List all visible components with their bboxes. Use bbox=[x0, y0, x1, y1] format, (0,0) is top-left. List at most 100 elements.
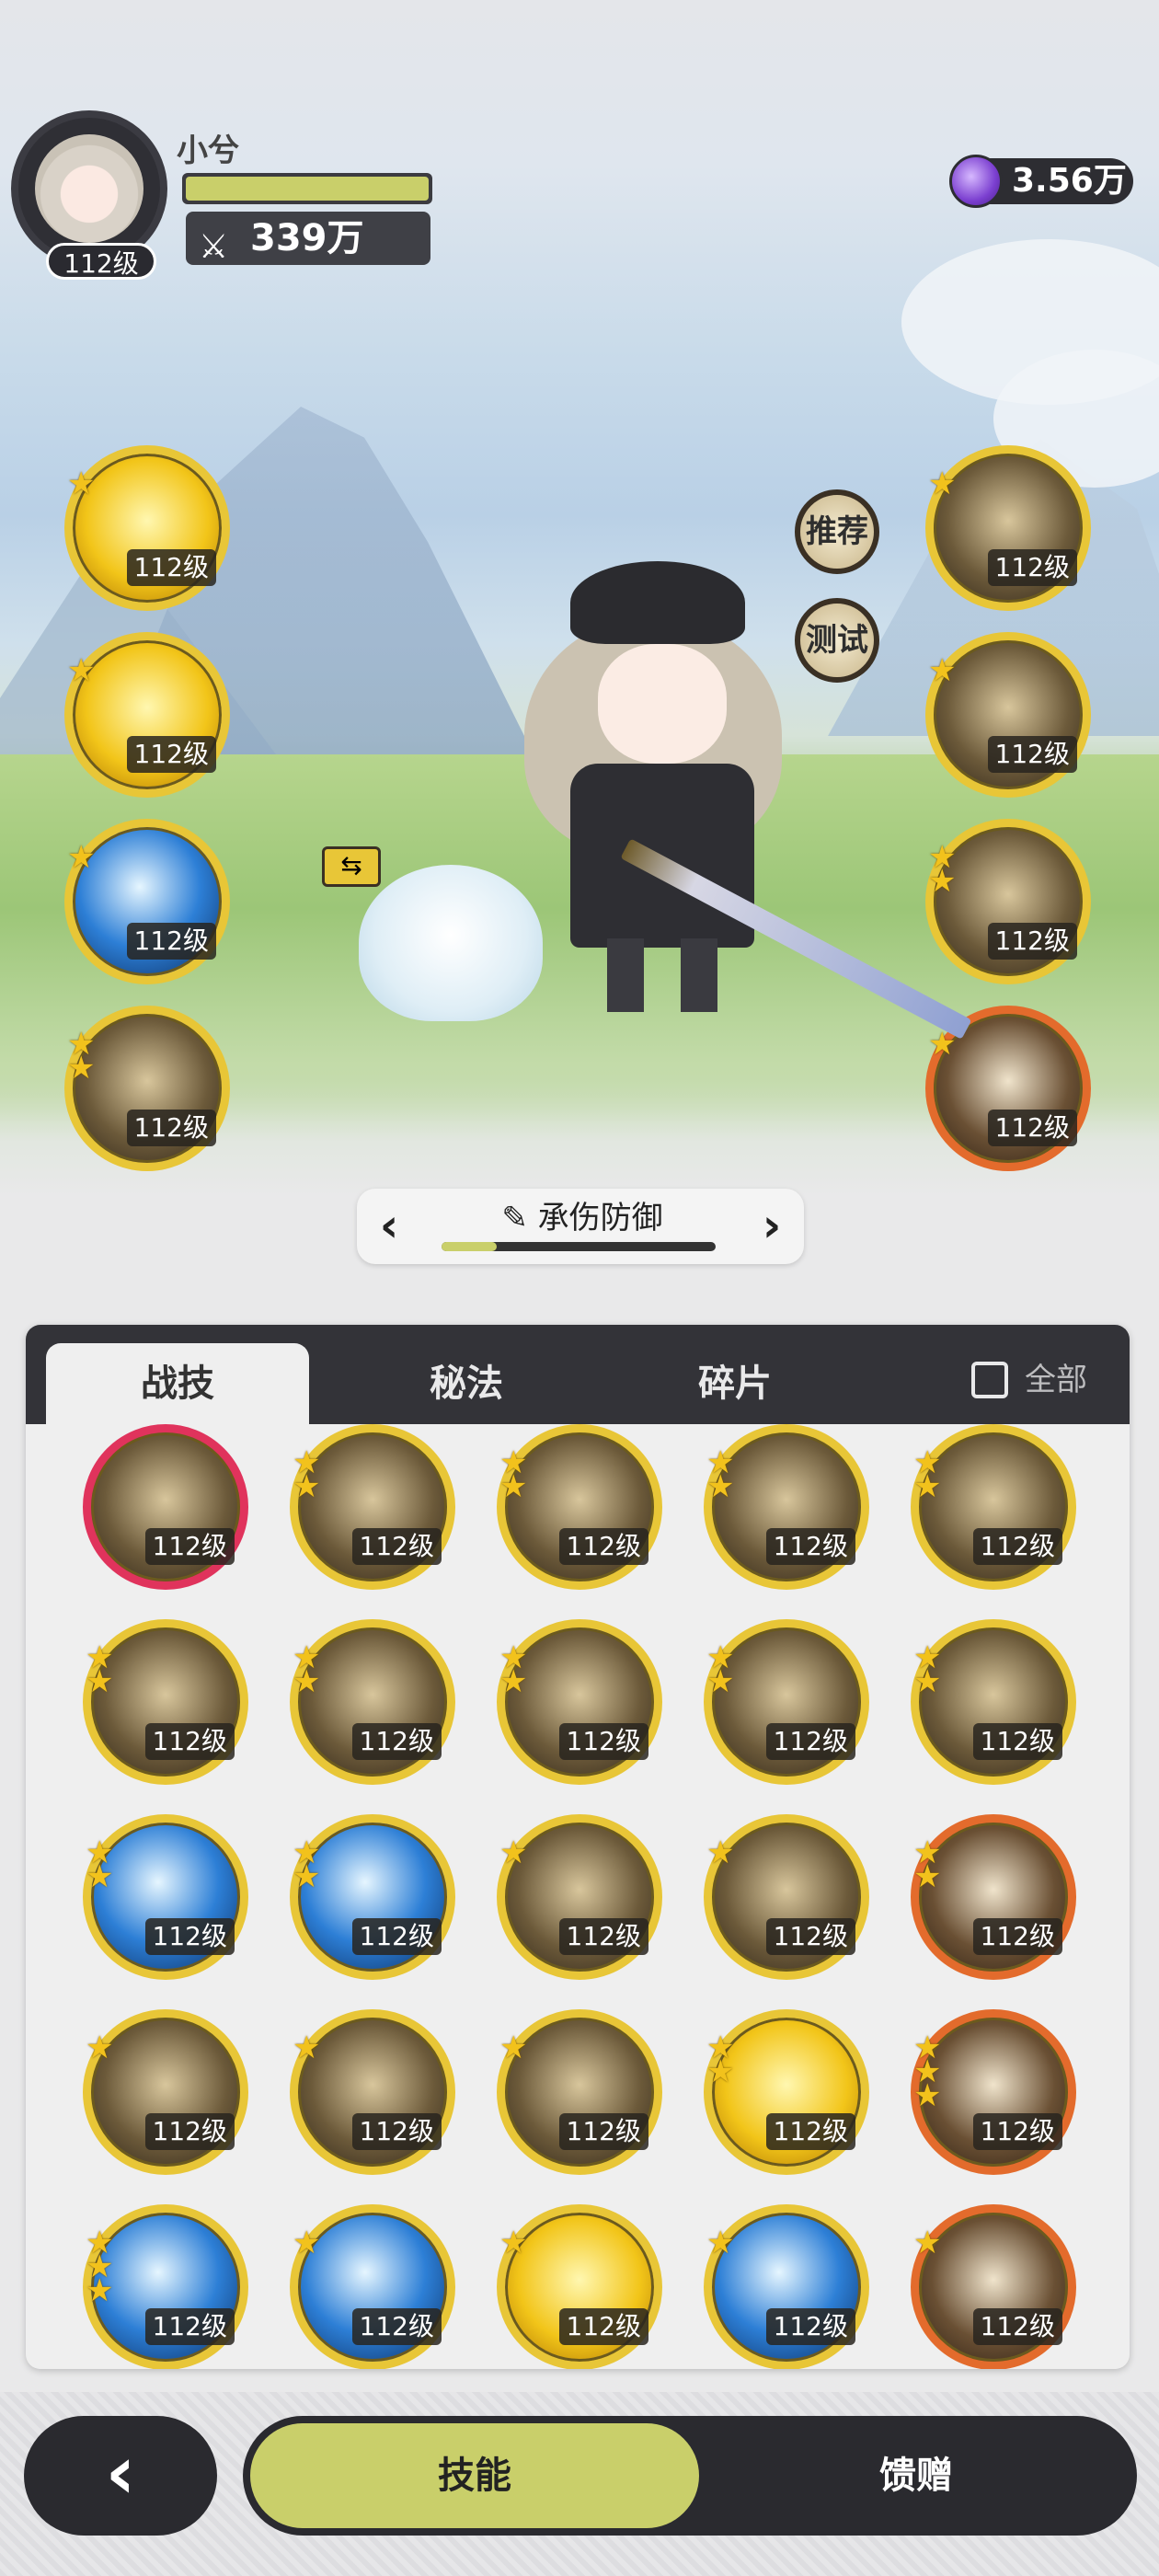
skill-orb[interactable]: ★ 112级 bbox=[497, 2009, 662, 2175]
skill-orb[interactable]: ★ 112级 bbox=[64, 819, 230, 984]
skill-level: 112级 bbox=[144, 1723, 235, 1760]
gift-tab-button[interactable]: 馈赠 bbox=[703, 2423, 1130, 2528]
skill-orb[interactable]: ★ ★ 112级 bbox=[290, 1619, 455, 1785]
back-button[interactable]: ‹ bbox=[24, 2416, 217, 2536]
skill-orb[interactable]: 112级 bbox=[83, 1424, 248, 1590]
skill-level: 112级 bbox=[144, 2113, 235, 2150]
tab-fragments[interactable]: 碎片 bbox=[603, 1343, 866, 1424]
skill-orb[interactable]: ★ ★ 112级 bbox=[704, 1424, 869, 1590]
swap-pet-icon[interactable]: ⇆ bbox=[322, 846, 381, 887]
skill-level: 112级 bbox=[987, 1110, 1077, 1146]
star-rating-icon: ★ bbox=[293, 2225, 321, 2261]
star-rating-icon: ★ bbox=[499, 2030, 528, 2066]
star-rating-icon: ★ bbox=[706, 2225, 735, 2261]
skill-level: 112级 bbox=[765, 2113, 855, 2150]
preset-selector: ‹ ✎ 承伤防御 › bbox=[357, 1189, 804, 1264]
star-rating-icon: ★ ★ bbox=[913, 1444, 942, 1505]
skill-orb[interactable]: ★ ★ 112级 bbox=[497, 1619, 662, 1785]
star-rating-icon: ★ ★ bbox=[86, 1639, 114, 1700]
skill-orb[interactable]: ★ 112级 bbox=[704, 2204, 869, 2369]
skill-orb[interactable]: ★ ★ 112级 bbox=[290, 1814, 455, 1980]
skill-level: 112级 bbox=[144, 1528, 235, 1565]
skill-orb[interactable]: ★ ★ 112级 bbox=[64, 1006, 230, 1171]
currency-value: 3.56万 bbox=[1012, 162, 1127, 200]
skill-level: 112级 bbox=[987, 923, 1077, 960]
skill-orb[interactable]: ★ 112级 bbox=[911, 2204, 1076, 2369]
star-rating-icon: ★ bbox=[86, 2030, 114, 2066]
star-rating-icon: ★ ★ bbox=[706, 2030, 735, 2090]
next-preset-icon[interactable]: › bbox=[749, 1198, 795, 1253]
star-rating-icon: ★ ★ bbox=[293, 1834, 321, 1895]
tab-combat-skills[interactable]: 战技 bbox=[46, 1343, 309, 1424]
skill-orb[interactable]: ★ ★ 112级 bbox=[704, 1619, 869, 1785]
skill-orb[interactable]: ★ 112级 bbox=[64, 445, 230, 611]
skill-orb[interactable]: ★ ★ 112级 bbox=[290, 1424, 455, 1590]
skill-orb[interactable]: ★ ★ 112级 bbox=[704, 2009, 869, 2175]
skill-level: 112级 bbox=[351, 1918, 442, 1955]
skill-orb[interactable]: ★ ★ 112级 bbox=[925, 819, 1091, 984]
star-rating-icon: ★ bbox=[928, 466, 957, 502]
skill-level: 112级 bbox=[765, 1918, 855, 1955]
star-rating-icon: ★ ★ bbox=[913, 1639, 942, 1700]
gem-icon bbox=[949, 155, 1003, 208]
skill-orb[interactable]: ★ ★ 112级 bbox=[497, 1424, 662, 1590]
star-rating-icon: ★ ★ bbox=[913, 1834, 942, 1895]
character-face bbox=[598, 644, 727, 764]
avatar-portrait bbox=[35, 134, 143, 243]
skill-level: 112级 bbox=[972, 2308, 1062, 2345]
skill-level: 112级 bbox=[126, 549, 216, 586]
skill-orb[interactable]: ★ 112级 bbox=[497, 1814, 662, 1980]
skill-orb[interactable]: ★ ★ 112级 bbox=[911, 1814, 1076, 1980]
skill-orb[interactable]: ★ ★ 112级 bbox=[83, 1619, 248, 1785]
skill-level: 112级 bbox=[972, 1723, 1062, 1760]
star-rating-icon: ★ bbox=[67, 466, 96, 502]
crossed-swords-icon: ⚔ bbox=[199, 228, 229, 266]
skill-level: 112级 bbox=[558, 1528, 648, 1565]
star-rating-icon: ★ bbox=[499, 2225, 528, 2261]
star-rating-icon: ★ bbox=[67, 652, 96, 689]
skill-orb[interactable]: ★ 112级 bbox=[290, 2009, 455, 2175]
show-all-checkbox[interactable] bbox=[971, 1362, 1008, 1398]
show-all-label: 全部 bbox=[1025, 1362, 1087, 1398]
skill-orb[interactable]: ★ ★ 112级 bbox=[911, 1424, 1076, 1590]
skill-level: 112级 bbox=[126, 923, 216, 960]
preset-name[interactable]: ✎ 承伤防御 bbox=[467, 1198, 697, 1238]
player-hp-bar bbox=[182, 173, 432, 204]
tab-secret-arts[interactable]: 秘法 bbox=[335, 1343, 598, 1424]
chevron-left-icon: ‹ bbox=[105, 2430, 136, 2515]
skill-orb[interactable]: ★ ★ ★ 112级 bbox=[83, 2204, 248, 2369]
skill-level: 112级 bbox=[558, 2113, 648, 2150]
preset-progress-fill bbox=[442, 1242, 497, 1251]
skill-orb[interactable]: ★ 112级 bbox=[704, 1814, 869, 1980]
star-rating-icon: ★ ★ bbox=[86, 1834, 114, 1895]
skill-level: 112级 bbox=[351, 1723, 442, 1760]
star-rating-icon: ★ bbox=[928, 652, 957, 689]
star-rating-icon: ★ ★ bbox=[706, 1639, 735, 1700]
skill-orb[interactable]: ★ ★ 112级 bbox=[911, 1619, 1076, 1785]
currency-display[interactable]: 3.56万 bbox=[949, 155, 1133, 208]
character-sprite bbox=[515, 561, 972, 1040]
star-rating-icon: ★ bbox=[706, 1834, 735, 1871]
prev-preset-icon[interactable]: ‹ bbox=[366, 1198, 412, 1253]
skill-orb[interactable]: ★ 112级 bbox=[290, 2204, 455, 2369]
skill-level: 112级 bbox=[144, 1918, 235, 1955]
star-rating-icon: ★ bbox=[928, 1026, 957, 1063]
player-name: 小兮 bbox=[177, 132, 239, 169]
skill-orb[interactable]: ★ 112级 bbox=[925, 445, 1091, 611]
skill-level: 112级 bbox=[972, 1918, 1062, 1955]
skill-orb[interactable]: ★ 112级 bbox=[83, 2009, 248, 2175]
star-rating-icon: ★ bbox=[499, 1834, 528, 1871]
skill-level: 112级 bbox=[765, 1528, 855, 1565]
skill-orb[interactable]: ★ 112级 bbox=[925, 632, 1091, 798]
star-rating-icon: ★ ★ ★ bbox=[913, 2030, 942, 2114]
skill-level: 112级 bbox=[558, 2308, 648, 2345]
skill-level: 112级 bbox=[972, 1528, 1062, 1565]
skill-orb[interactable]: ★ 112级 bbox=[64, 632, 230, 798]
character-legs bbox=[607, 938, 717, 1012]
player-avatar[interactable]: 112级 bbox=[11, 110, 167, 280]
skill-orb[interactable]: ★ ★ 112级 bbox=[83, 1814, 248, 1980]
hp-fill bbox=[186, 177, 429, 201]
skill-orb[interactable]: ★ 112级 bbox=[497, 2204, 662, 2369]
skills-tab-button[interactable]: 技能 bbox=[250, 2423, 699, 2528]
skill-orb[interactable]: ★ ★ ★ 112级 bbox=[911, 2009, 1076, 2175]
